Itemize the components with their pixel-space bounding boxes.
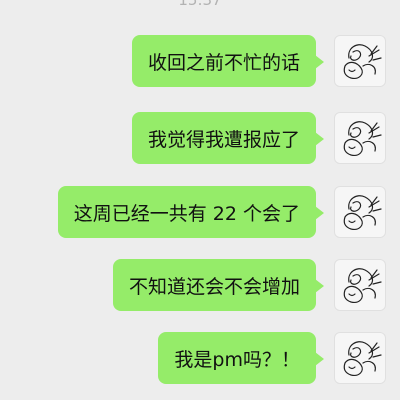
sketch-doodle-avatar-icon xyxy=(343,44,382,79)
sketch-doodle-avatar-icon xyxy=(343,268,382,303)
user-avatar[interactable] xyxy=(334,186,386,238)
message-bubble[interactable]: 收回之前不忙的话 xyxy=(131,35,325,87)
message-row: 我觉得我遭报应了 xyxy=(131,110,386,166)
user-avatar[interactable] xyxy=(334,332,386,384)
message-bubble[interactable]: 我是pm吗？！ xyxy=(158,332,324,384)
sketch-doodle-avatar-icon xyxy=(343,121,382,156)
message-row: 收回之前不忙的话 xyxy=(131,33,386,89)
chat-timestamp: 15:37 xyxy=(178,0,222,9)
message-row: 我是pm吗？！ xyxy=(158,330,386,386)
message-bubble[interactable]: 不知道还会不会增加 xyxy=(112,259,325,311)
message-bubble[interactable]: 我觉得我遭报应了 xyxy=(131,112,325,164)
sketch-doodle-avatar-icon xyxy=(343,195,382,230)
message-bubble[interactable]: 这周已经一共有 22 个会了 xyxy=(57,186,325,238)
user-avatar[interactable] xyxy=(334,112,386,164)
message-row: 这周已经一共有 22 个会了 xyxy=(57,184,386,240)
message-row: 不知道还会不会增加 xyxy=(112,257,386,313)
user-avatar[interactable] xyxy=(334,259,386,311)
sketch-doodle-avatar-icon xyxy=(343,341,382,376)
user-avatar[interactable] xyxy=(334,35,386,87)
